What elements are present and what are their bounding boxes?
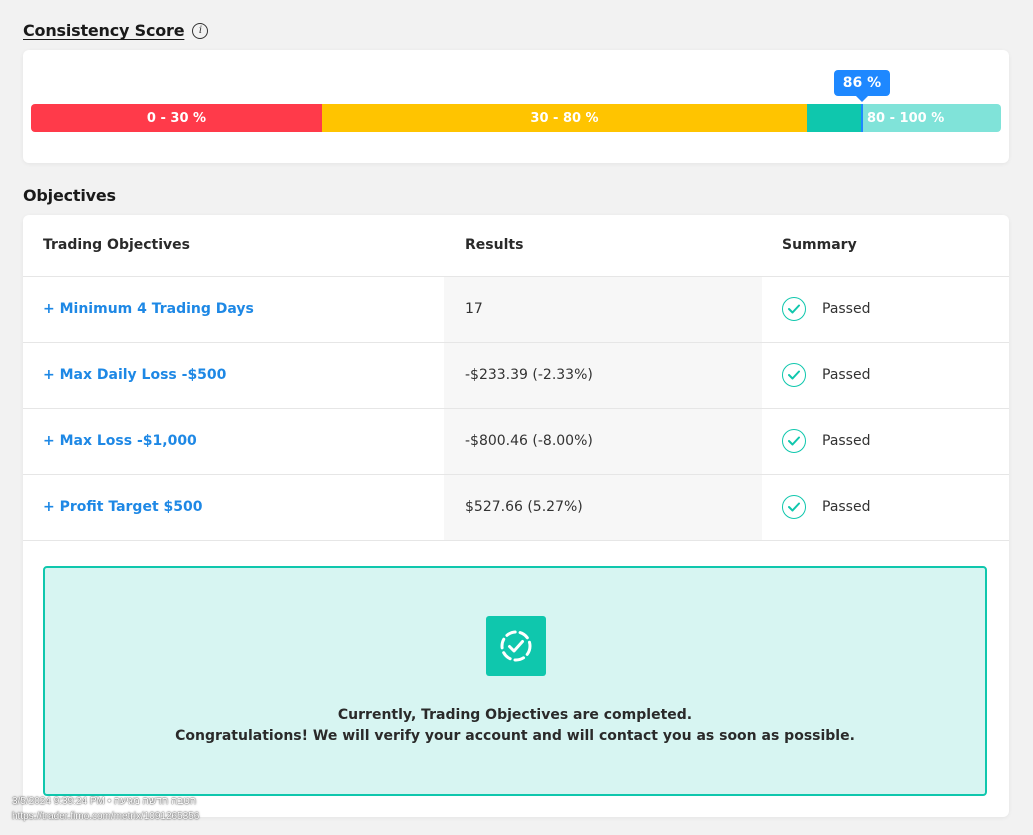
column-header-summary: Summary [762,215,1009,277]
consistency-score-bar: 0 - 30 % 30 - 80 % 80 - 100 % [31,104,1001,132]
summary-cell: Passed [782,297,1009,321]
consistency-score-title: Consistency Score [23,21,185,40]
summary-status: Passed [822,301,871,317]
objective-link-min-trading-days[interactable]: + Minimum 4 Trading Days [43,301,254,317]
table-header-row: Trading Objectives Results Summary [23,215,1009,277]
score-segment-low: 0 - 30 % [31,104,322,132]
objectives-title: Objectives [23,186,116,205]
result-cell: -$800.46 (-8.00%) [444,408,762,475]
objective-link-max-loss[interactable]: + Max Loss -$1,000 [43,433,197,449]
summary-status: Passed [822,367,871,383]
score-segment-mid: 30 - 80 % [322,104,807,132]
summary-cell: Passed [782,363,1009,387]
score-segment-high-filled [807,104,861,132]
info-icon[interactable]: i [192,22,209,39]
summary-cell: Passed [782,429,1009,453]
summary-status: Passed [822,433,871,449]
watermark-url: https://trader.fimo.com/metrix/109126535… [12,811,200,822]
consistency-score-heading: Consistency Score i [23,21,209,40]
dashed-check-icon [486,616,546,676]
check-circle-icon [782,495,806,519]
summary-cell: Passed [782,495,1009,519]
congratulations-message: Congratulations! We will verify your acc… [175,728,855,744]
check-circle-icon [782,363,806,387]
result-cell: -$233.39 (-2.33%) [444,342,762,409]
objective-link-max-daily-loss[interactable]: + Max Daily Loss -$500 [43,367,226,383]
objective-link-profit-target[interactable]: + Profit Target $500 [43,499,202,515]
column-header-results: Results [444,215,762,277]
table-row: + Max Daily Loss -$500 -$233.39 (-2.33%)… [23,342,1009,409]
objectives-completed-banner: Currently, Trading Objectives are comple… [43,566,987,796]
result-cell: 17 [444,276,762,343]
table-row: + Profit Target $500 $527.66 (5.27%) Pas… [23,474,1009,541]
consistency-score-card: 86 % 0 - 30 % 30 - 80 % 80 - 100 % [23,50,1009,163]
score-marker [861,104,863,132]
summary-status: Passed [822,499,871,515]
score-segment-high: 80 - 100 % [861,104,1001,132]
column-header-objectives: Trading Objectives [23,215,444,277]
score-badge: 86 % [834,70,890,102]
objectives-card: Trading Objectives Results Summary + Min… [23,215,1009,817]
watermark-timestamp: 3/5/2024 9:39:24 PM • הטבה חדשה מגיעה [12,796,197,807]
completed-message: Currently, Trading Objectives are comple… [337,707,693,723]
objectives-table: Trading Objectives Results Summary + Min… [23,215,1009,541]
check-circle-icon [782,429,806,453]
result-cell: $527.66 (5.27%) [444,474,762,541]
table-row: + Max Loss -$1,000 -$800.46 (-8.00%) Pas… [23,408,1009,475]
table-row: + Minimum 4 Trading Days 17 Passed [23,276,1009,343]
check-circle-icon [782,297,806,321]
